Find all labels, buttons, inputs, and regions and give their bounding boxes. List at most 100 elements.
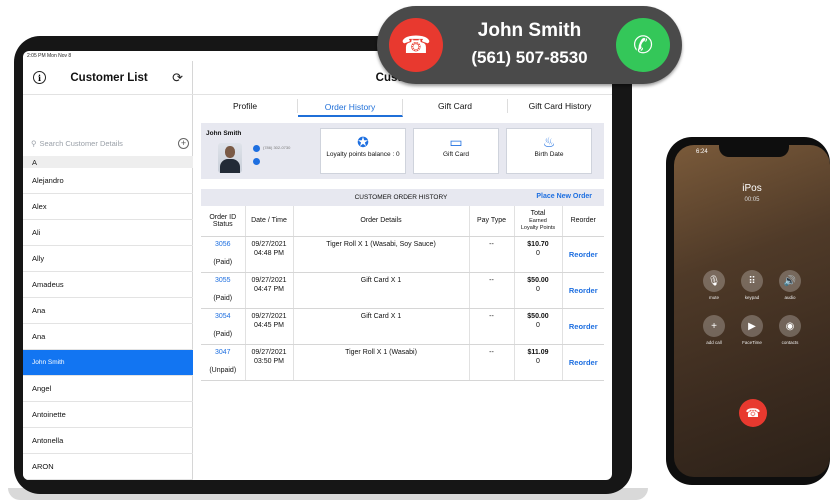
- total-cell: $50.00 0: [514, 272, 563, 309]
- contacts-label: contacts: [781, 340, 799, 345]
- order-id-link[interactable]: 3047: [215, 349, 231, 356]
- call-duration: 00:05: [744, 197, 760, 203]
- customer-item[interactable]: Alejandro: [23, 168, 193, 194]
- iphone-notch: [719, 145, 789, 157]
- customer-item[interactable]: Angel: [23, 376, 193, 402]
- keypad-label: keypad: [744, 295, 760, 300]
- tab-gift-card[interactable]: Gift Card: [403, 99, 508, 113]
- customer-item[interactable]: Antonella: [23, 428, 193, 454]
- loyalty-card[interactable]: ✪ Loyalty points balance : 0: [320, 128, 406, 174]
- main-panel: Customer Profile Order History Gift Card…: [193, 61, 612, 480]
- col-date: Date / Time: [245, 206, 294, 237]
- accept-call-button[interactable]: ✆: [616, 18, 670, 72]
- tab-gift-card-history[interactable]: Gift Card History: [508, 99, 612, 113]
- birth-date-tile[interactable]: ♨ Birth Date: [506, 128, 592, 174]
- decline-call-button[interactable]: ☎: [389, 18, 443, 72]
- add-call-button[interactable]: +: [703, 315, 725, 337]
- customer-item[interactable]: ARON: [23, 454, 193, 480]
- date-cell: 09/27/2021 04:48 PM: [245, 236, 294, 273]
- order-id-cell: 3056 (Paid): [201, 236, 246, 273]
- reorder-button[interactable]: Reorder: [562, 308, 604, 345]
- search-row: ⚲ Search Customer Details +: [31, 135, 189, 151]
- iphone-screen: 6:24 iPos 00:05 🎙 mute ⠿ keypad 🔊 audio …: [674, 145, 830, 477]
- hang-up-icon: ☎: [745, 406, 761, 420]
- place-new-order-link[interactable]: Place New Order: [536, 193, 592, 200]
- facetime-button[interactable]: ▶: [741, 315, 763, 337]
- details-cell: Tiger Roll X 1 (Wasabi): [293, 344, 470, 381]
- tab-order-history[interactable]: Order History: [298, 99, 403, 117]
- loyalty-balance: Loyalty points balance : 0: [326, 151, 400, 158]
- gift-card-tile[interactable]: ▭ Gift Card: [413, 128, 499, 174]
- table-row: 3055 (Paid) 09/27/2021 04:47 PM Gift Card …: [201, 272, 604, 309]
- customer-item[interactable]: Ana: [23, 324, 193, 350]
- profile-name: John Smith: [206, 130, 242, 137]
- profile-card: John Smith (786) 302-0730 ✪ Loyalty poin…: [201, 123, 604, 179]
- location-icon: [253, 158, 260, 165]
- order-history: CUSTOMER ORDER HISTORY Place New Order O…: [201, 189, 604, 381]
- date-cell: 09/27/2021 04:45 PM: [245, 308, 294, 345]
- order-id-link[interactable]: 3056: [215, 241, 231, 248]
- phone-icon: [253, 145, 260, 152]
- order-id-cell: 3047 (Unpaid): [201, 344, 246, 381]
- order-id-cell: 3054 (Paid): [201, 308, 246, 345]
- pay-cell: --: [469, 236, 515, 273]
- total-cell: $10.70 0: [514, 236, 563, 273]
- section-header-a: A: [23, 156, 193, 168]
- call-title: iPos: [742, 183, 762, 194]
- mute-label: mute: [708, 295, 719, 300]
- speaker-icon: 🔊: [783, 275, 797, 287]
- customer-item[interactable]: Ally: [23, 246, 193, 272]
- order-id-cell: 3055 (Paid): [201, 272, 246, 309]
- info-icon[interactable]: i: [33, 71, 46, 84]
- video-icon: ▶: [748, 320, 756, 332]
- customer-item[interactable]: Alex: [23, 194, 193, 220]
- reorder-button[interactable]: Reorder: [562, 236, 604, 273]
- customer-item-selected[interactable]: John Smith: [23, 350, 193, 376]
- table-row: 3047 (Unpaid) 09/27/2021 03:50 PM Tiger Ro…: [201, 344, 604, 381]
- tab-profile[interactable]: Profile: [193, 99, 298, 113]
- caller-name: John Smith: [477, 20, 582, 41]
- refresh-icon[interactable]: ⟳: [172, 70, 183, 86]
- gift-card-label: Gift Card: [442, 151, 469, 158]
- caller-number: (561) 507-8530: [471, 48, 588, 67]
- phone-icon: ✆: [632, 31, 654, 59]
- cake-icon: ♨: [542, 134, 556, 150]
- iphone-time: 6:24: [696, 149, 708, 155]
- col-total: Total Earned Loyalty Points: [514, 206, 563, 237]
- order-id-link[interactable]: 3054: [215, 313, 231, 320]
- tab-bar: Profile Order History Gift Card Gift Car…: [193, 95, 612, 117]
- hang-up-icon: ☎: [401, 31, 431, 59]
- details-cell: Tiger Roll X 1 (Wasabi, Soy Sauce): [293, 236, 470, 273]
- keypad-icon: ⠿: [748, 275, 756, 287]
- customer-item[interactable]: Antoinette: [23, 402, 193, 428]
- add-call-label: add call: [706, 340, 722, 345]
- incoming-call-banner: ☎ John Smith (561) 507-8530 ✆: [377, 6, 682, 84]
- customer-item[interactable]: Amadeus: [23, 272, 193, 298]
- customer-item[interactable]: Ana: [23, 298, 193, 324]
- order-id-link[interactable]: 3055: [215, 277, 231, 284]
- facetime-label: FaceTime: [742, 340, 762, 345]
- customer-item[interactable]: Ali: [23, 220, 193, 246]
- audio-button[interactable]: 🔊: [779, 270, 801, 292]
- plus-icon: +: [711, 320, 717, 332]
- total-cell: $11.09 0: [514, 344, 563, 381]
- mute-button[interactable]: 🎙: [703, 270, 725, 292]
- col-reorder: Reorder: [562, 206, 604, 237]
- pay-cell: --: [469, 344, 515, 381]
- col-pay-type: Pay Type: [469, 206, 515, 237]
- reorder-button[interactable]: Reorder: [562, 272, 604, 309]
- end-call-button[interactable]: ☎: [739, 399, 767, 427]
- contacts-button[interactable]: ◉: [779, 315, 801, 337]
- keypad-button[interactable]: ⠿: [741, 270, 763, 292]
- col-order-id: Order ID Status: [201, 206, 246, 237]
- add-customer-button[interactable]: +: [178, 137, 189, 149]
- table-row: 3054 (Paid) 09/27/2021 04:45 PM Gift Card …: [201, 308, 604, 345]
- contact-icon: ◉: [785, 320, 795, 332]
- customer-sidebar: i Customer List ⟳ ⚲ Search Customer Deta…: [23, 61, 193, 480]
- reorder-button[interactable]: Reorder: [562, 344, 604, 381]
- history-header-row: CUSTOMER ORDER HISTORY Place New Order: [201, 189, 604, 206]
- search-input[interactable]: ⚲ Search Customer Details: [31, 139, 123, 148]
- search-icon: ⚲: [31, 138, 37, 148]
- table-header-row: Order ID Status Date / Time Order Details…: [201, 206, 604, 237]
- date-cell: 09/27/2021 03:50 PM: [245, 344, 294, 381]
